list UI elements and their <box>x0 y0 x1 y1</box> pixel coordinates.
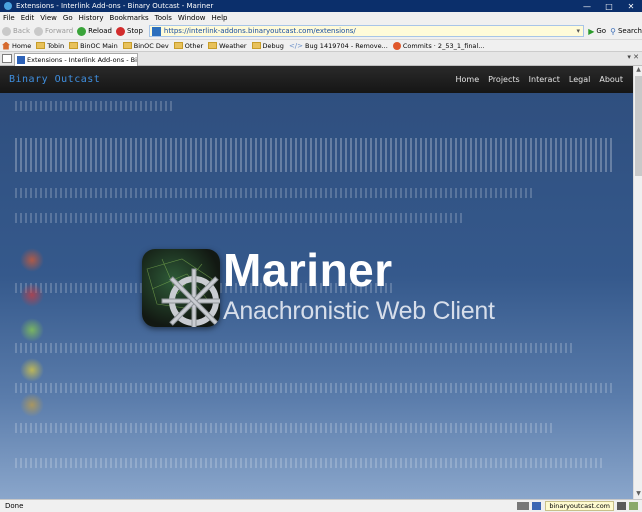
nav-home[interactable]: Home <box>456 75 480 84</box>
firework-decoration <box>20 358 44 382</box>
folder-icon <box>36 42 46 49</box>
waveform-decoration <box>15 213 465 223</box>
waveform-decoration <box>15 188 535 198</box>
url-text[interactable]: https://interlink-addons.binaryoutcast.c… <box>164 27 356 35</box>
hero-subtitle: Anachronistic Web Client <box>223 297 495 325</box>
reload-button[interactable]: Reload <box>77 26 112 36</box>
search-icon: ⚲ <box>610 26 616 36</box>
menu-history[interactable]: History <box>79 14 104 22</box>
tab-favicon-icon <box>17 56 25 64</box>
stop-button[interactable]: Stop <box>115 26 143 36</box>
window-title-bar: Extensions - Interlink Add-ons - Binary … <box>0 0 642 12</box>
tab-label: Extensions - Interlink Add-ons - Binar..… <box>27 56 137 64</box>
bookmark-folder-debug[interactable]: Debug <box>251 42 284 50</box>
scroll-up-icon[interactable]: ▲ <box>634 66 642 75</box>
url-dropdown-icon[interactable]: ▾ <box>573 27 583 35</box>
reload-icon <box>77 26 87 36</box>
status-extra-icon[interactable] <box>629 502 638 510</box>
connection-icon <box>517 502 530 510</box>
addon-icon[interactable] <box>617 502 626 510</box>
vertical-scrollbar[interactable]: ▲ ▼ <box>633 66 642 499</box>
menu-file[interactable]: File <box>3 14 15 22</box>
firework-decoration <box>20 248 44 272</box>
bookmark-folder-binoc-main[interactable]: BinOC Main <box>69 42 118 50</box>
mariner-logo <box>142 249 220 327</box>
sidebar-toggle-icon[interactable] <box>2 54 12 63</box>
menu-bookmarks[interactable]: Bookmarks <box>110 14 149 22</box>
forward-arrow-icon <box>34 26 43 36</box>
menu-tools[interactable]: Tools <box>155 14 172 22</box>
navigation-toolbar: Back Forward Reload Stop https://interli… <box>0 23 642 40</box>
go-arrow-icon: ▶ <box>588 26 595 36</box>
go-button[interactable]: ▶ Go <box>588 27 606 36</box>
menu-help[interactable]: Help <box>212 14 228 22</box>
status-bar: Done binaryoutcast.com <box>0 499 642 512</box>
bookmark-bug[interactable]: </> Bug 1419704 - Remove... <box>289 42 388 50</box>
bookmark-folder-binoc-dev[interactable]: BinOC Dev <box>122 42 169 50</box>
menu-window[interactable]: Window <box>178 14 206 22</box>
bookmark-folder-weather[interactable]: Weather <box>208 42 247 50</box>
security-lock-icon[interactable] <box>532 502 542 510</box>
folder-icon <box>251 42 261 49</box>
github-icon <box>392 41 401 50</box>
home-icon <box>2 41 10 50</box>
waveform-decoration <box>15 423 555 433</box>
nav-interact[interactable]: Interact <box>529 75 560 84</box>
firework-decoration <box>20 318 44 342</box>
firework-decoration <box>20 393 44 417</box>
waveform-decoration <box>15 343 575 353</box>
site-identity-icon[interactable] <box>151 26 161 36</box>
folder-icon <box>173 42 183 49</box>
status-text: Done <box>5 502 24 510</box>
minimize-button[interactable]: — <box>576 0 598 12</box>
maximize-button[interactable]: □ <box>598 0 620 12</box>
security-domain[interactable]: binaryoutcast.com <box>545 501 614 511</box>
bookmark-folder-tobin[interactable]: Tobin <box>36 42 64 50</box>
tab-bar: Extensions - Interlink Add-ons - Binar..… <box>0 52 642 66</box>
tab-list-icon[interactable]: ▾ ✕ <box>627 53 639 61</box>
waveform-decoration <box>15 458 605 468</box>
bookmark-home[interactable]: Home <box>2 41 31 50</box>
search-button[interactable]: ⚲ Search <box>610 27 642 36</box>
bookmark-commits[interactable]: Commits · 2_53_1_final... <box>392 41 484 50</box>
menu-bar: File Edit View Go History Bookmarks Tool… <box>0 12 642 23</box>
folder-icon <box>69 42 79 49</box>
nav-about[interactable]: About <box>599 75 623 84</box>
firework-decoration <box>20 283 44 307</box>
site-brand[interactable]: Binary Outcast <box>9 74 100 85</box>
menu-go[interactable]: Go <box>63 14 73 22</box>
waveform-decoration <box>15 138 615 172</box>
nav-legal[interactable]: Legal <box>569 75 590 84</box>
scrollbar-thumb[interactable] <box>635 76 642 176</box>
code-icon: </> <box>288 41 304 50</box>
back-arrow-icon <box>2 26 11 36</box>
tab-extensions[interactable]: Extensions - Interlink Add-ons - Binar..… <box>14 53 138 66</box>
bookmark-folder-other[interactable]: Other <box>173 42 203 50</box>
window-title: Extensions - Interlink Add-ons - Binary … <box>16 2 214 10</box>
url-bar[interactable]: https://interlink-addons.binaryoutcast.c… <box>148 25 585 37</box>
scroll-down-icon[interactable]: ▼ <box>634 490 642 499</box>
waveform-decoration <box>15 383 615 393</box>
back-button[interactable]: Back <box>2 26 30 36</box>
menu-view[interactable]: View <box>40 14 57 22</box>
nav-projects[interactable]: Projects <box>488 75 520 84</box>
stop-icon <box>115 26 125 36</box>
folder-icon <box>208 42 218 49</box>
site-nav: Home Projects Interact Legal About <box>447 75 624 84</box>
forward-button[interactable]: Forward <box>34 26 73 36</box>
folder-icon <box>122 42 132 49</box>
hero-banner: Mariner Anachronistic Web Client <box>0 93 633 499</box>
waveform-decoration <box>15 101 175 111</box>
close-window-button[interactable]: ✕ <box>620 0 642 12</box>
ship-wheel-icon <box>146 258 220 327</box>
app-icon <box>4 2 12 10</box>
hero-title: Mariner <box>223 244 393 296</box>
bookmarks-toolbar: Home Tobin BinOC Main BinOC Dev Other We… <box>0 40 642 52</box>
page-content: Binary Outcast Home Projects Interact Le… <box>0 66 633 499</box>
site-header: Binary Outcast Home Projects Interact Le… <box>0 66 633 93</box>
menu-edit[interactable]: Edit <box>21 14 35 22</box>
